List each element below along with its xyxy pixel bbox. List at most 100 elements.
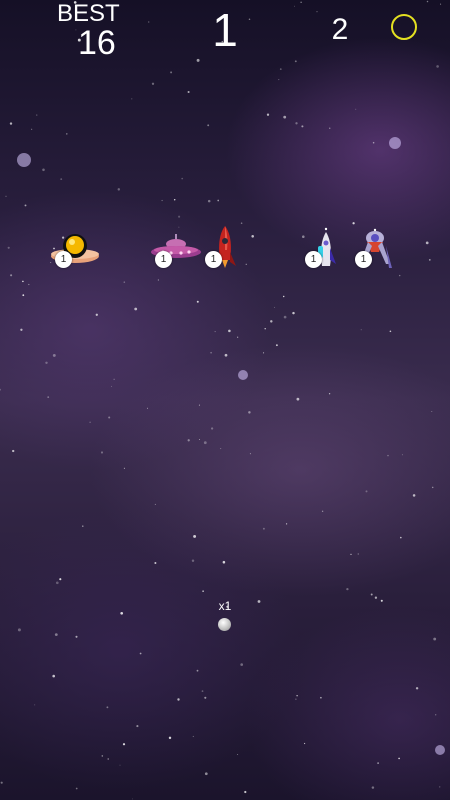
star [12, 449, 15, 453]
star [22, 294, 25, 297]
star [398, 757, 400, 760]
player-ball[interactable] [218, 618, 231, 631]
star [191, 559, 195, 562]
star [263, 352, 265, 354]
glow-star [435, 745, 445, 755]
star [132, 798, 133, 800]
star [196, 300, 199, 303]
star [436, 65, 439, 68]
star [439, 786, 441, 788]
star [237, 336, 239, 338]
star [204, 772, 208, 776]
star [372, 141, 375, 144]
star [95, 313, 98, 316]
star [301, 125, 304, 128]
star [400, 536, 402, 539]
star [374, 596, 378, 599]
star [283, 315, 287, 319]
star [415, 687, 419, 690]
star [54, 633, 58, 636]
enemy-hp-badge: 1 [355, 251, 372, 268]
star [207, 124, 210, 127]
star [89, 421, 91, 423]
game-screen[interactable]: BEST 16 1 2 1 1 1 1 1 x1 [0, 0, 450, 800]
star [425, 241, 429, 245]
star [75, 29, 77, 31]
glow-star [389, 137, 401, 149]
star [101, 755, 104, 757]
star [107, 758, 109, 760]
star [248, 18, 251, 21]
star [117, 188, 121, 191]
coin-ring-icon[interactable] [391, 14, 417, 40]
enemy-yellow-dome-ufo: 1 [48, 226, 102, 274]
star [222, 560, 226, 564]
star [321, 510, 324, 512]
glow-star [17, 153, 31, 167]
star [355, 108, 357, 110]
star [282, 295, 285, 298]
star [22, 280, 24, 283]
star [294, 60, 297, 63]
star [123, 467, 125, 469]
star [278, 79, 280, 81]
star [295, 122, 298, 125]
star [296, 695, 298, 697]
star [346, 587, 349, 591]
star [75, 635, 78, 638]
star [204, 696, 207, 699]
star [42, 168, 45, 172]
star [34, 704, 36, 706]
star [279, 68, 282, 70]
star [157, 279, 159, 281]
star [196, 58, 200, 62]
enemy-hp-badge: 1 [155, 251, 172, 268]
saucer-icon [151, 234, 201, 258]
star [401, 454, 403, 456]
enemy-hp-badge: 1 [305, 251, 322, 268]
star [274, 306, 276, 308]
star [285, 523, 288, 525]
star [193, 534, 197, 538]
star [202, 590, 204, 592]
star [181, 177, 184, 180]
star [187, 90, 190, 94]
best-score-value: 16 [78, 24, 116, 62]
star [320, 696, 322, 699]
star [377, 762, 379, 764]
star [350, 553, 352, 556]
star [47, 396, 50, 398]
star [45, 361, 48, 365]
star [283, 115, 287, 119]
enemy-purple-saucer: 1 [149, 226, 203, 274]
enemy-red-rocket: 1 [198, 224, 252, 272]
star [257, 600, 261, 603]
star [196, 669, 199, 672]
star [0, 781, 3, 784]
star [106, 706, 109, 709]
star [357, 553, 359, 555]
star [52, 353, 56, 357]
star [244, 790, 247, 794]
star [207, 199, 211, 203]
star [0, 388, 1, 391]
star [177, 698, 180, 701]
star [266, 113, 270, 116]
star [151, 82, 155, 85]
star [7, 246, 10, 249]
star [134, 307, 138, 311]
enemy-silver-lander: 1 [348, 224, 402, 272]
star [380, 599, 383, 602]
star [148, 21, 150, 23]
star [440, 3, 442, 5]
star [210, 351, 212, 354]
star [328, 393, 331, 395]
star [203, 441, 207, 445]
star [24, 204, 27, 207]
star [237, 754, 239, 755]
star [201, 690, 204, 692]
star [52, 674, 55, 678]
star [198, 404, 200, 406]
star [428, 259, 431, 261]
star [147, 407, 148, 409]
